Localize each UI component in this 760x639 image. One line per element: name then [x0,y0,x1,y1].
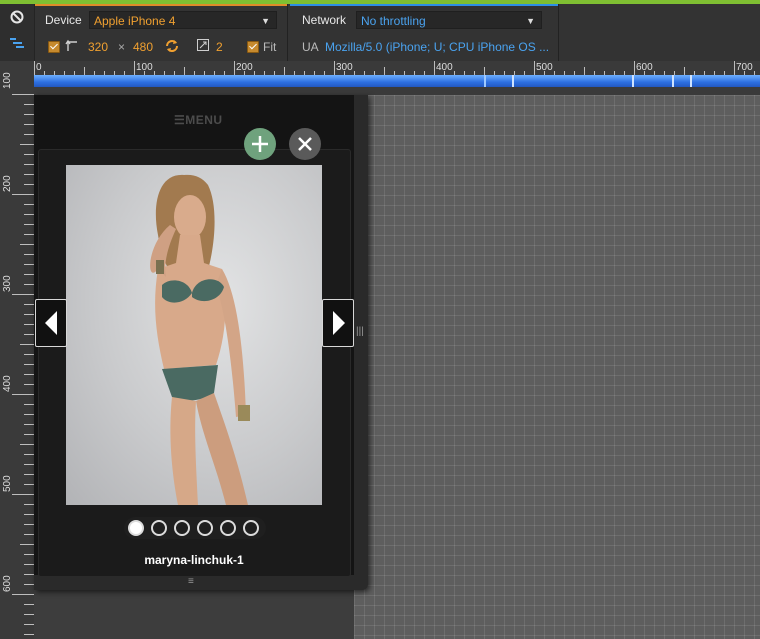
media-query-marker[interactable] [672,75,674,87]
network-panel: Network No throttling ▼ UA Mozilla/5.0 (… [290,4,559,61]
page-menu-button[interactable]: ☰MENU [174,113,223,127]
pixel-ratio-icon [197,39,209,54]
device-label: Device [45,13,82,27]
user-agent-input[interactable]: Mozilla/5.0 (iPhone; U; CPU iPhone OS ..… [325,40,549,54]
chevron-down-icon: ▼ [261,16,270,26]
ruler-label-h6: 600 [636,62,653,73]
media-query-marker[interactable] [690,75,692,87]
horizontal-ruler-fine [34,87,760,95]
device-panel: Device Apple iPhone 4 ▼ 320 × 480 2 Fit [35,4,288,61]
swap-dimensions-icon[interactable] [164,38,180,57]
width-input[interactable]: 320 [88,40,108,54]
ruler-label-v4: 500 [2,475,13,492]
lightbox-photo[interactable] [66,165,322,505]
slide-pagination [124,517,266,539]
close-icon [298,137,312,151]
vertical-ruler-ticks [12,94,34,635]
custom-device-checkbox[interactable] [48,41,60,53]
ruler-label-v1: 200 [2,175,13,192]
plus-icon [252,136,268,152]
ruler-label-v2: 300 [2,275,13,292]
pixel-ratio-input[interactable]: 2 [216,40,223,54]
ruler-label-h4: 400 [436,62,453,73]
arrow-right-icon [333,311,345,335]
media-query-marker[interactable] [512,75,514,87]
height-resize-handle[interactable]: ≡ [188,576,194,587]
media-query-icon[interactable] [9,35,25,51]
media-query-bar[interactable] [34,75,760,87]
slide-dot[interactable] [197,520,213,536]
ruler-label-h1: 100 [136,62,153,73]
previous-slide-button[interactable] [35,299,67,347]
hamburger-icon: ☰ [174,113,186,127]
fit-checkbox[interactable] [247,41,259,53]
ruler-label-v5: 600 [2,575,13,592]
horizontal-ruler: 0 100 200 300 400 500 600 700 [34,61,760,95]
slide-dot[interactable] [243,520,259,536]
dimension-separator: × [118,40,126,54]
network-panel-accent [290,4,558,6]
slide-dot[interactable] [128,520,144,536]
slide-dot[interactable] [174,520,190,536]
add-button[interactable] [244,128,276,160]
network-select-value: No throttling [361,14,426,28]
page-menu-label: MENU [185,113,223,127]
media-query-marker[interactable] [632,75,634,87]
toolbar-left-column [0,4,35,61]
ruler-label-v3: 400 [2,375,13,392]
model-photo-illustration [150,174,250,505]
canvas-overscroll-area [34,590,354,639]
next-slide-button[interactable] [322,299,354,347]
resize-icon [65,39,79,56]
width-resize-handle[interactable]: ||| [356,326,364,337]
arrow-left-icon [45,311,57,335]
device-select[interactable]: Apple iPhone 4 ▼ [89,11,277,29]
photo-caption: maryna-linchuk-1 [144,553,244,567]
disable-emulation-icon[interactable] [9,9,25,25]
slide-dot[interactable] [220,520,236,536]
ruler-label-h3: 300 [336,62,353,73]
ruler-label-h7: 700 [736,62,753,73]
network-select[interactable]: No throttling ▼ [356,11,542,29]
ua-label: UA [302,40,319,54]
media-query-marker[interactable] [484,75,486,87]
vertical-ruler: 100 200 300 400 500 600 [0,61,34,639]
ruler-label-h5: 500 [536,62,553,73]
slide-dot[interactable] [151,520,167,536]
network-label: Network [302,13,347,27]
device-panel-accent [35,4,287,6]
chevron-down-icon: ▼ [526,16,535,26]
height-input[interactable]: 480 [133,40,153,54]
device-select-value: Apple iPhone 4 [94,14,176,28]
fit-label: Fit [263,40,277,54]
ruler-label-h0: 0 [36,62,42,73]
ruler-label-h2: 200 [236,62,253,73]
close-button[interactable] [289,128,321,160]
ruler-label-v0: 100 [2,72,13,89]
